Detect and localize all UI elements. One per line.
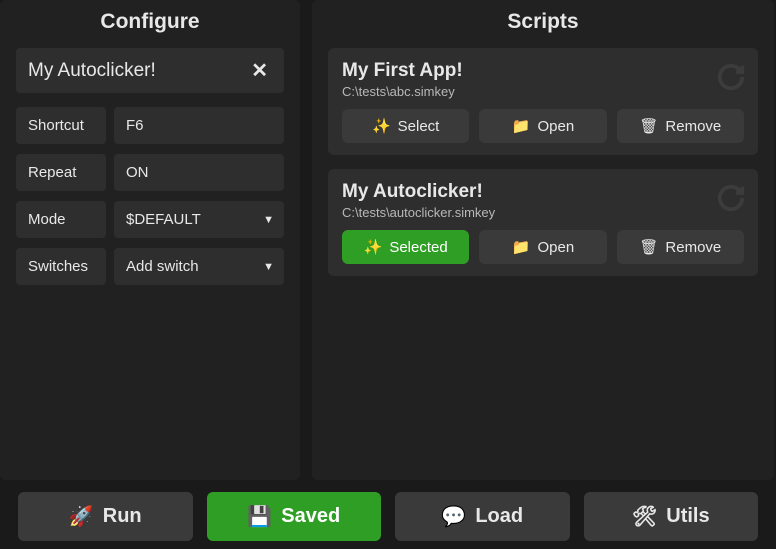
save-icon: 💾 — [247, 504, 272, 529]
switches-row: Switches Add switch ▼ — [16, 248, 284, 285]
run-label: Run — [103, 505, 142, 528]
repeat-input[interactable]: ON — [114, 154, 284, 191]
close-icon[interactable]: ✕ — [247, 58, 272, 83]
trash-icon: 🗑 — [639, 117, 658, 135]
repeat-label: Repeat — [16, 154, 106, 191]
shortcut-input[interactable]: F6 — [114, 107, 284, 144]
utils-button[interactable]: 🛠 Utils — [584, 492, 759, 541]
scripts-panel: Scripts My First App! C:\tests\abc.simke… — [312, 0, 774, 480]
chat-icon: 💬 — [441, 504, 466, 529]
script-card: My First App! C:\tests\abc.simkey ✨ Sele… — [328, 48, 758, 155]
script-card: My Autoclicker! C:\tests\autoclicker.sim… — [328, 169, 758, 276]
saved-label: Saved — [281, 505, 340, 528]
remove-label: Remove — [665, 239, 721, 256]
sparkles-icon: ✨ — [364, 238, 383, 256]
script-name: My Autoclicker! — [342, 181, 744, 203]
select-label: Select — [398, 118, 440, 135]
load-label: Load — [475, 505, 523, 528]
tools-icon: 🛠 — [632, 504, 657, 529]
remove-button[interactable]: 🗑 Remove — [617, 230, 744, 264]
chevron-down-icon: ▼ — [263, 214, 274, 226]
refresh-icon[interactable] — [716, 183, 746, 213]
switches-label: Switches — [16, 248, 106, 285]
script-name: My First App! — [342, 60, 744, 82]
selected-button[interactable]: ✨ Selected — [342, 230, 469, 264]
refresh-icon[interactable] — [716, 62, 746, 92]
utils-label: Utils — [666, 505, 709, 528]
configure-panel: Configure My Autoclicker! ✕ Shortcut F6 … — [0, 0, 300, 480]
script-path: C:\tests\abc.simkey — [342, 84, 744, 99]
shortcut-label: Shortcut — [16, 107, 106, 144]
saved-button[interactable]: 💾 Saved — [207, 492, 382, 541]
open-label: Open — [537, 239, 574, 256]
configure-title: Configure — [16, 10, 284, 34]
remove-button[interactable]: 🗑 Remove — [617, 109, 744, 143]
folder-icon: 📁 — [512, 117, 531, 135]
open-label: Open — [537, 118, 574, 135]
remove-label: Remove — [665, 118, 721, 135]
switches-select[interactable]: Add switch — [114, 248, 284, 285]
bottom-bar: 🚀 Run 💾 Saved 💬 Load 🛠 Utils — [0, 492, 776, 541]
mode-select[interactable]: $DEFAULT — [114, 201, 284, 238]
open-button[interactable]: 📁 Open — [479, 230, 606, 264]
script-actions: ✨ Selected 📁 Open 🗑 Remove — [342, 230, 744, 264]
scripts-title: Scripts — [328, 10, 758, 34]
run-button[interactable]: 🚀 Run — [18, 492, 193, 541]
current-script-name: My Autoclicker! — [28, 60, 247, 82]
mode-row: Mode $DEFAULT ▼ — [16, 201, 284, 238]
open-button[interactable]: 📁 Open — [479, 109, 606, 143]
folder-icon: 📁 — [512, 238, 531, 256]
script-actions: ✨ Select 📁 Open 🗑 Remove — [342, 109, 744, 143]
chevron-down-icon: ▼ — [263, 261, 274, 273]
app-root: Configure My Autoclicker! ✕ Shortcut F6 … — [0, 0, 776, 480]
select-button[interactable]: ✨ Select — [342, 109, 469, 143]
current-script-name-box: My Autoclicker! ✕ — [16, 48, 284, 93]
selected-label: Selected — [389, 239, 447, 256]
load-button[interactable]: 💬 Load — [395, 492, 570, 541]
shortcut-row: Shortcut F6 — [16, 107, 284, 144]
script-path: C:\tests\autoclicker.simkey — [342, 205, 744, 220]
sparkles-icon: ✨ — [372, 117, 391, 135]
repeat-row: Repeat ON — [16, 154, 284, 191]
rocket-icon: 🚀 — [69, 504, 94, 529]
trash-icon: 🗑 — [639, 238, 658, 256]
mode-label: Mode — [16, 201, 106, 238]
